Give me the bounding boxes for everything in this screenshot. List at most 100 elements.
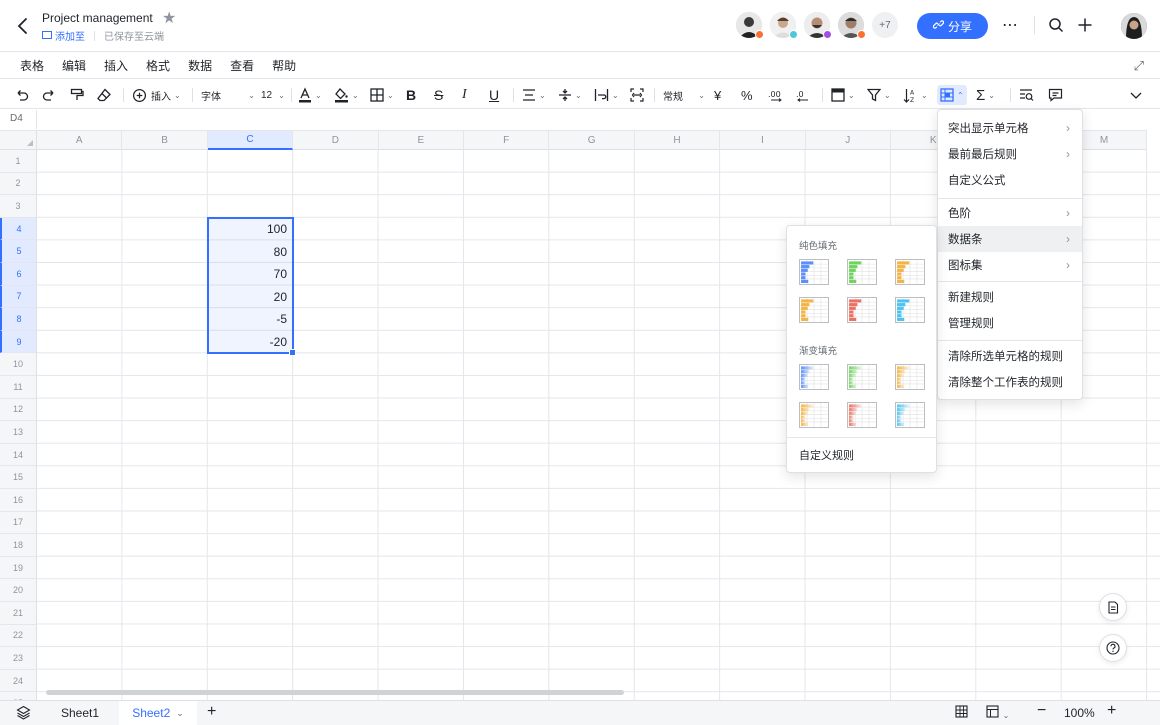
- column-header-c[interactable]: C: [207, 130, 294, 150]
- sum-button[interactable]: Σ ⌄: [976, 85, 995, 105]
- gradient-data-bar-option[interactable]: [847, 364, 877, 390]
- star-icon[interactable]: ★: [162, 8, 176, 28]
- row-header-23[interactable]: 23: [0, 647, 37, 670]
- custom-rule-item[interactable]: 自定义规则: [799, 447, 854, 463]
- increase-decimal-icon[interactable]: .00: [767, 85, 785, 105]
- view-mode-dropdown[interactable]: ⌄: [986, 705, 1009, 721]
- search-icon[interactable]: [1045, 14, 1067, 36]
- merge-cells-icon[interactable]: [630, 85, 644, 105]
- row-header-20[interactable]: 20: [0, 579, 37, 602]
- fill-color-button[interactable]: ⌄: [334, 85, 359, 105]
- font-family-select[interactable]: 字体 ⌄: [201, 85, 255, 105]
- cell-c9[interactable]: -20: [209, 331, 287, 353]
- avatar[interactable]: [838, 12, 866, 39]
- grid-view-icon[interactable]: [955, 705, 968, 721]
- row-header-7[interactable]: 7: [0, 285, 37, 309]
- row-header-22[interactable]: 22: [0, 624, 37, 648]
- row-header-10[interactable]: 10: [0, 353, 37, 376]
- gradient-data-bar-option[interactable]: [847, 402, 877, 428]
- share-button[interactable]: 分享: [917, 13, 988, 39]
- vertical-align-button[interactable]: ⌄: [558, 85, 582, 105]
- underline-icon[interactable]: U: [489, 85, 499, 105]
- undo-icon[interactable]: [14, 85, 30, 105]
- collapse-toolbar-icon[interactable]: [1129, 85, 1143, 105]
- decrease-decimal-icon[interactable]: .0: [794, 85, 812, 105]
- freeze-button[interactable]: ⌄: [831, 85, 855, 105]
- row-header-8[interactable]: 8: [0, 308, 37, 331]
- menu-view[interactable]: 查看: [230, 57, 254, 74]
- italic-icon[interactable]: I: [462, 85, 467, 105]
- menu-data[interactable]: 数据: [188, 57, 212, 74]
- solid-data-bar-option[interactable]: [847, 297, 877, 323]
- menu-item-highlight-cells[interactable]: 突出显示单元格 ›: [938, 115, 1082, 141]
- sheet-tab-sheet2[interactable]: Sheet2 ⌄: [119, 701, 197, 725]
- column-header-j[interactable]: J: [805, 130, 891, 150]
- percent-icon[interactable]: %: [741, 85, 753, 105]
- solid-data-bar-option[interactable]: [895, 259, 925, 285]
- menu-item-custom-formula[interactable]: 自定义公式: [938, 167, 1082, 193]
- zoom-out-icon[interactable]: −: [1037, 702, 1046, 720]
- comment-icon[interactable]: [1048, 85, 1063, 105]
- strikethrough-icon[interactable]: S: [434, 85, 443, 105]
- name-box[interactable]: D4: [0, 110, 37, 129]
- more-collaborators[interactable]: +7: [872, 12, 898, 38]
- add-icon[interactable]: [1074, 14, 1096, 36]
- gradient-data-bar-option[interactable]: [895, 364, 925, 390]
- row-header-4[interactable]: 4: [0, 217, 37, 241]
- row-header-12[interactable]: 12: [0, 398, 37, 422]
- row-header-13[interactable]: 13: [0, 421, 37, 444]
- row-header-2[interactable]: 2: [0, 172, 37, 196]
- avatar[interactable]: [804, 12, 832, 39]
- text-wrap-button[interactable]: ⌄: [594, 85, 619, 105]
- cell-c8[interactable]: -5: [209, 308, 287, 330]
- row-header-17[interactable]: 17: [0, 511, 37, 535]
- help-icon[interactable]: [1099, 634, 1127, 662]
- solid-data-bar-option[interactable]: [847, 259, 877, 285]
- solid-data-bar-option[interactable]: [895, 297, 925, 323]
- row-header-24[interactable]: 24: [0, 669, 37, 693]
- cell-c7[interactable]: 20: [209, 286, 287, 308]
- menu-insert[interactable]: 插入: [104, 57, 128, 74]
- add-sheet-icon[interactable]: +: [207, 703, 216, 721]
- expand-icon[interactable]: ⤢: [1134, 58, 1144, 74]
- menu-table[interactable]: 表格: [20, 57, 44, 74]
- menu-item-data-bar[interactable]: 数据条 ›: [938, 226, 1082, 252]
- row-header-6[interactable]: 6: [0, 263, 37, 286]
- gradient-data-bar-option[interactable]: [799, 364, 829, 390]
- solid-data-bar-option[interactable]: [799, 259, 829, 285]
- row-header-15[interactable]: 15: [0, 466, 37, 489]
- row-header-21[interactable]: 21: [0, 602, 37, 625]
- borders-button[interactable]: ⌄: [370, 85, 394, 105]
- menu-item-icon-set[interactable]: 图标集 ›: [938, 252, 1082, 278]
- number-format-select[interactable]: 常规 ⌄: [663, 85, 705, 105]
- solid-data-bar-option[interactable]: [799, 297, 829, 323]
- row-header-9[interactable]: 9: [0, 330, 37, 354]
- avatar[interactable]: [770, 12, 798, 39]
- conditional-format-button[interactable]: ⌃: [937, 85, 967, 105]
- user-avatar[interactable]: [1121, 13, 1147, 39]
- add-to-link[interactable]: 添加至: [42, 28, 85, 43]
- menu-item-top-bottom[interactable]: 最前最后规则 ›: [938, 141, 1082, 167]
- menu-item-manage-rules[interactable]: 管理规则: [938, 310, 1082, 336]
- filter-button[interactable]: ⌄: [867, 85, 891, 105]
- avatar[interactable]: [736, 12, 764, 39]
- menu-item-color-scale[interactable]: 色阶 ›: [938, 200, 1082, 226]
- currency-icon[interactable]: ¥: [714, 85, 721, 105]
- cell-c4[interactable]: 100: [209, 218, 287, 240]
- back-icon[interactable]: [12, 14, 34, 38]
- sort-button[interactable]: AZ ⌄: [903, 85, 928, 105]
- cell-c5[interactable]: 80: [209, 241, 287, 263]
- cell-c6[interactable]: 70: [209, 263, 287, 285]
- row-header-16[interactable]: 16: [0, 489, 37, 512]
- column-header-g[interactable]: G: [549, 130, 635, 150]
- column-header-i[interactable]: I: [720, 130, 806, 150]
- row-header-11[interactable]: 11: [0, 376, 37, 399]
- gradient-data-bar-option[interactable]: [895, 402, 925, 428]
- document-title[interactable]: Project management: [42, 11, 153, 25]
- zoom-level[interactable]: 100%: [1064, 706, 1095, 720]
- column-header-b[interactable]: B: [122, 130, 208, 150]
- row-header-14[interactable]: 14: [0, 443, 37, 467]
- insert-dropdown[interactable]: 插入 ⌄: [132, 85, 181, 105]
- horizontal-scrollbar[interactable]: [46, 690, 624, 695]
- more-icon[interactable]: ⋯: [999, 14, 1021, 36]
